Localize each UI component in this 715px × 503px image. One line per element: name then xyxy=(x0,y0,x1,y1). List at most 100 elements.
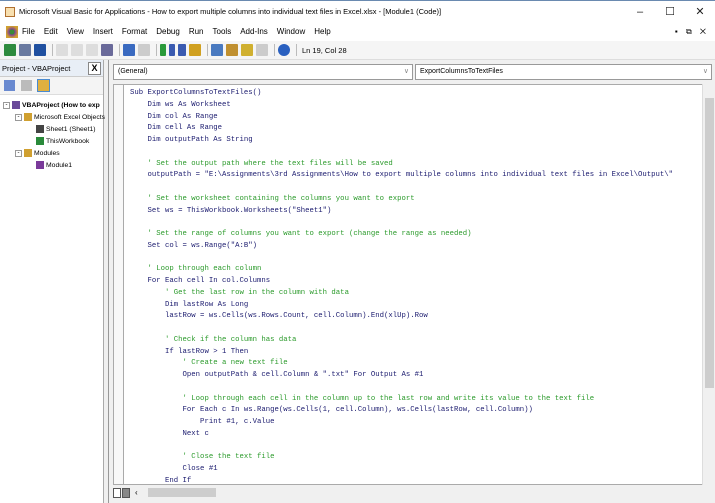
project-explorer-icon[interactable] xyxy=(211,44,223,56)
find-icon[interactable] xyxy=(101,44,113,56)
tree-node[interactable]: Module1 xyxy=(0,159,103,171)
break-icon[interactable] xyxy=(169,44,175,56)
collapse-toggle[interactable]: - xyxy=(3,101,10,109)
project-tree: - VBAProject (How to exp - Microsoft Excel … xyxy=(0,95,105,171)
vba-icon xyxy=(6,25,18,38)
menu-addins[interactable]: Add-Ins xyxy=(240,27,268,36)
close-button[interactable]: ✕ xyxy=(685,5,715,18)
code-line[interactable] xyxy=(130,147,673,159)
code-comment-line[interactable]: ' Check if the column has data xyxy=(130,335,673,347)
menu-debug[interactable]: Debug xyxy=(156,27,180,36)
code-line[interactable]: Dim outputPath As String xyxy=(130,135,673,147)
margin-indicator-bar[interactable] xyxy=(114,85,124,484)
menu-edit[interactable]: Edit xyxy=(44,27,58,36)
code-comment-line[interactable]: ' Set the worksheet containing the colum… xyxy=(130,194,673,206)
scroll-thumb[interactable] xyxy=(705,98,714,388)
code-comment-line[interactable]: ' Loop through each column xyxy=(130,264,673,276)
object-browser-icon[interactable] xyxy=(241,44,253,56)
save-icon[interactable] xyxy=(34,44,46,56)
code-line[interactable]: outputPath = "E:\Assignments\3rd Assignm… xyxy=(130,170,673,182)
tree-node-label: Modules xyxy=(34,149,60,157)
paste-icon[interactable] xyxy=(86,44,98,56)
menu-window[interactable]: Window xyxy=(277,27,305,36)
scroll-thumb[interactable] xyxy=(147,488,216,497)
view-code-icon[interactable] xyxy=(4,80,15,91)
code-line[interactable] xyxy=(130,182,673,194)
code-line[interactable]: End If xyxy=(130,476,673,484)
menu-help[interactable]: Help xyxy=(314,27,330,36)
reset-icon[interactable] xyxy=(178,44,186,56)
code-line[interactable]: For Each cell In col.Columns xyxy=(130,276,673,288)
mdi-window-controls[interactable]: ▪ ⧉ ✕ xyxy=(675,27,709,37)
menu-view[interactable]: View xyxy=(67,27,84,36)
cut-icon[interactable] xyxy=(56,44,68,56)
collapse-toggle[interactable]: - xyxy=(15,149,22,157)
design-mode-icon[interactable] xyxy=(189,44,201,56)
code-line[interactable] xyxy=(130,382,673,394)
project-header: Project - VBAProject X xyxy=(0,60,103,77)
help-icon[interactable] xyxy=(278,44,290,56)
collapse-toggle[interactable]: - xyxy=(15,113,22,121)
code-line[interactable]: Open outputPath & cell.Column & ".txt" F… xyxy=(130,370,673,382)
code-editor[interactable]: Sub ExportColumnsToTextFiles() Dim ws As… xyxy=(113,84,703,485)
tree-node[interactable]: - VBAProject (How to exp xyxy=(0,99,103,111)
code-line[interactable] xyxy=(130,217,673,229)
code-line[interactable]: Dim col As Range xyxy=(130,112,673,124)
insert-userform-icon[interactable] xyxy=(19,44,31,56)
code-line[interactable]: Dim ws As Worksheet xyxy=(130,100,673,112)
chevron-down-icon: ∨ xyxy=(403,68,409,75)
code-line[interactable]: Print #1, c.Value xyxy=(130,417,673,429)
menu-run[interactable]: Run xyxy=(189,27,204,36)
run-icon[interactable] xyxy=(160,44,166,56)
code-comment-line[interactable]: ' Set the output path where the text fil… xyxy=(130,159,673,171)
procedure-combo[interactable]: ExportColumnsToTextFiles ∨ xyxy=(415,64,712,80)
code-line[interactable]: Set col = ws.Range("A:B") xyxy=(130,241,673,253)
copy-icon[interactable] xyxy=(71,44,83,56)
code-line[interactable]: lastRow = ws.Cells(ws.Rows.Count, cell.C… xyxy=(130,311,673,323)
toggle-folders-icon[interactable] xyxy=(37,79,50,92)
code-comment-line[interactable]: ' Set the range of columns you want to e… xyxy=(130,229,673,241)
menu-insert[interactable]: Insert xyxy=(93,27,113,36)
project-close-button[interactable]: X xyxy=(88,61,101,75)
view-object-icon[interactable] xyxy=(21,80,32,91)
menu-bar: File Edit View Insert Format Debug Run Tools Add… xyxy=(0,22,715,41)
code-line[interactable] xyxy=(130,441,673,453)
menu-tools[interactable]: Tools xyxy=(213,27,232,36)
tree-node[interactable]: - Modules xyxy=(0,147,103,159)
code-line[interactable]: Dim cell As Range xyxy=(130,123,673,135)
folder-icon xyxy=(24,113,32,121)
object-combo[interactable]: (General) ∨ xyxy=(113,64,413,80)
horizontal-scrollbar[interactable]: ‹ xyxy=(113,485,715,500)
tree-node[interactable]: ThisWorkbook xyxy=(0,135,103,147)
menu-format[interactable]: Format xyxy=(122,27,147,36)
procedure-view-button[interactable] xyxy=(113,487,121,498)
scroll-left-icon[interactable]: ‹ xyxy=(135,488,138,497)
code-line[interactable]: Next c xyxy=(130,429,673,441)
code-comment-line[interactable]: ' Close the text file xyxy=(130,452,673,464)
code-line[interactable] xyxy=(130,253,673,265)
code-comment-line[interactable]: ' Get the last row in the column with da… xyxy=(130,288,673,300)
tree-node[interactable]: - Microsoft Excel Objects xyxy=(0,111,105,123)
toolbox-icon[interactable] xyxy=(256,44,268,56)
code-line[interactable]: If lastRow > 1 Then xyxy=(130,347,673,359)
code-line[interactable]: Dim lastRow As Long xyxy=(130,300,673,312)
window-title: Microsoft Visual Basic for Applications … xyxy=(19,7,442,16)
code-comment-line[interactable]: ' Loop through each cell in the column u… xyxy=(130,394,673,406)
tree-node[interactable]: Sheet1 (Sheet1) xyxy=(0,123,103,135)
code-line[interactable]: Close #1 xyxy=(130,464,673,476)
code-comment-line[interactable]: ' Create a new text file xyxy=(130,358,673,370)
redo-icon[interactable] xyxy=(138,44,150,56)
properties-icon[interactable] xyxy=(226,44,238,56)
code-line[interactable]: Sub ExportColumnsToTextFiles() xyxy=(130,88,673,100)
module-icon xyxy=(36,161,44,169)
code-line[interactable] xyxy=(130,323,673,335)
undo-icon[interactable] xyxy=(123,44,135,56)
excel-icon[interactable] xyxy=(4,44,16,56)
maximize-button[interactable]: ☐ xyxy=(655,5,685,18)
code-line[interactable]: Set ws = ThisWorkbook.Worksheets("Sheet1… xyxy=(130,206,673,218)
minimize-button[interactable]: – xyxy=(625,6,655,18)
menu-file[interactable]: File xyxy=(22,27,35,36)
full-module-view-button[interactable] xyxy=(122,487,130,498)
vertical-scrollbar[interactable] xyxy=(702,84,715,485)
code-line[interactable]: For Each c In ws.Range(ws.Cells(1, cell.… xyxy=(130,405,673,417)
